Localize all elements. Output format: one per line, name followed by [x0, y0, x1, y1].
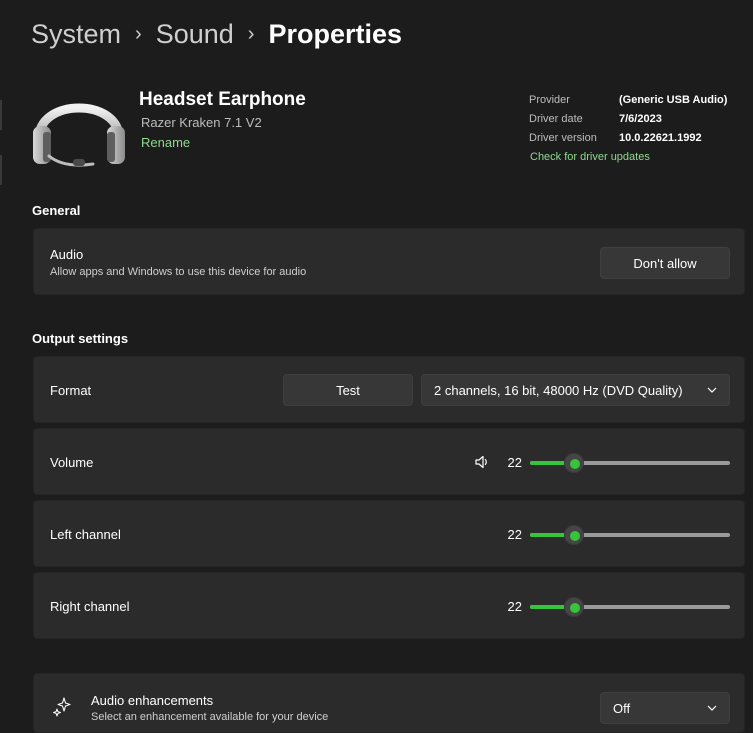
page-title: Properties [268, 18, 403, 49]
rename-link[interactable]: Rename [141, 135, 190, 150]
device-model: Razer Kraken 7.1 V2 [141, 115, 262, 130]
audio-title: Audio [50, 247, 84, 262]
dont-allow-button[interactable]: Don't allow [600, 247, 730, 279]
format-selected: 2 channels, 16 bit, 48000 Hz (DVD Qualit… [434, 382, 683, 398]
breadcrumb: System › Sound › Properties [31, 14, 402, 54]
volume-value: 22 [507, 455, 522, 470]
slider-thumb[interactable] [564, 525, 584, 545]
slider-thumb[interactable] [564, 597, 584, 617]
right-channel-slider[interactable] [530, 597, 730, 617]
format-card: Format Test 2 channels, 16 bit, 48000 Hz… [33, 356, 745, 423]
chevron-down-icon [707, 387, 717, 393]
enhancements-dropdown[interactable]: Off [600, 692, 730, 724]
check-driver-updates-link[interactable]: Check for driver updates [530, 151, 650, 163]
driver-version-label: Driver version [529, 132, 597, 144]
audio-card: Audio Allow apps and Windows to use this… [33, 228, 745, 295]
audio-enhancements-card: Audio enhancements Select an enhancement… [33, 673, 745, 733]
format-dropdown[interactable]: 2 channels, 16 bit, 48000 Hz (DVD Qualit… [421, 374, 730, 406]
provider-label: Provider [529, 94, 570, 106]
chevron-right-icon: › [135, 22, 142, 45]
left-channel-label: Left channel [50, 527, 121, 542]
audio-description: Allow apps and Windows to use this devic… [50, 266, 307, 278]
volume-label: Volume [50, 455, 94, 470]
right-channel-card: Right channel 22 [33, 572, 745, 639]
slider-thumb[interactable] [564, 453, 584, 473]
general-header: General [32, 203, 81, 218]
driver-version-value: 10.0.22621.1992 [619, 132, 702, 144]
sparkle-icon [53, 697, 71, 717]
left-channel-value: 22 [507, 527, 522, 542]
driver-date-value: 7/6/2023 [619, 113, 662, 125]
headset-icon [33, 103, 125, 167]
scroll-edge [0, 100, 2, 130]
driver-date-label: Driver date [529, 113, 583, 125]
test-button[interactable]: Test [283, 374, 413, 406]
breadcrumb-system[interactable]: System [31, 19, 121, 50]
output-settings-header: Output settings [32, 331, 129, 346]
volume-card: Volume 22 [33, 428, 745, 495]
left-channel-slider[interactable] [530, 525, 730, 545]
breadcrumb-sound[interactable]: Sound [156, 19, 234, 50]
right-channel-value: 22 [507, 599, 522, 614]
device-name: Headset Earphone [139, 89, 306, 110]
audio-enhancements-description: Select an enhancement available for your… [91, 711, 329, 723]
enhancements-selected: Off [613, 700, 631, 716]
format-label: Format [50, 383, 92, 398]
right-channel-label: Right channel [50, 599, 130, 614]
audio-enhancements-title: Audio enhancements [91, 693, 214, 708]
chevron-right-icon: › [247, 22, 255, 45]
volume-slider[interactable] [530, 453, 730, 473]
provider-value: (Generic USB Audio) [619, 94, 728, 106]
chevron-down-icon [707, 705, 717, 711]
left-channel-card: Left channel 22 [33, 500, 745, 567]
scroll-edge [0, 155, 2, 185]
speaker-icon[interactable] [474, 454, 490, 470]
